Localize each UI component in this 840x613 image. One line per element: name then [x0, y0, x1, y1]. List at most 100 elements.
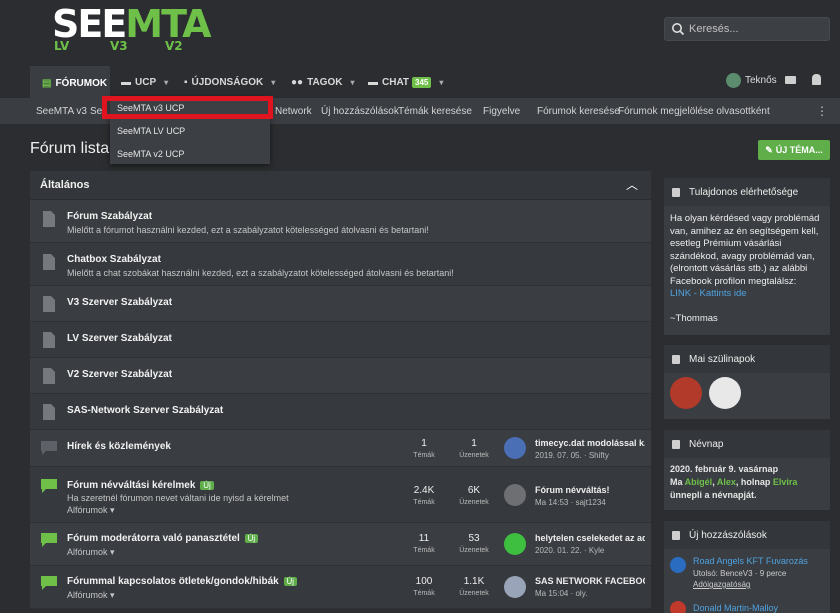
subnav-mark-read[interactable]: Fórumok megjelölése olvasottként — [618, 106, 770, 117]
avatar[interactable] — [504, 576, 526, 598]
forum-row[interactable]: V3 Szerver Szabályzat — [30, 286, 651, 322]
logo-wordmark: SEEMTA — [52, 2, 212, 46]
more-icon[interactable]: ⋮ — [816, 104, 828, 118]
category-header[interactable]: Általános ︿ — [30, 171, 651, 199]
forum-row[interactable]: Fórummal kapcsolatos ötletek/gondok/hibá… — [30, 566, 651, 609]
nameday-widget: Névnap 2020. február 9. vasárnap Ma Abig… — [664, 430, 830, 510]
chat-count-badge: 345 — [412, 76, 432, 88]
forum-row[interactable]: Chatbox Szabályzat Mielőtt a chat szobák… — [30, 243, 651, 286]
chevron-down-icon: ▾ — [110, 505, 115, 515]
message-count: 1 Üzenetek — [459, 438, 489, 459]
chevron-down-icon: ▾ — [164, 77, 169, 87]
subnav-search-forums[interactable]: Fórumok keresése — [537, 106, 620, 117]
chevron-down-icon: ▾ — [350, 77, 355, 87]
search-box[interactable] — [664, 17, 830, 41]
document-icon — [672, 439, 680, 449]
forum-row[interactable]: Hírek és közlemények 1 Témák 1 Üzenetek ti… — [30, 430, 651, 467]
subforums-toggle[interactable]: Alfórumok ▾ — [67, 547, 115, 558]
tab-chat[interactable]: ▬ CHAT 345 ▾ — [368, 66, 443, 98]
search-input[interactable] — [689, 21, 825, 37]
thread-count: 2.4K Témák — [413, 485, 435, 506]
post-link[interactable]: Donald Martin-Malloy — [693, 603, 778, 613]
message-count: 1.1K Üzenetek — [459, 576, 489, 597]
forum-link[interactable]: Adóigazgatóság — [693, 580, 750, 589]
subnav-new-posts[interactable]: Új hozzászólások — [321, 106, 399, 117]
chevron-down-icon: ▾ — [110, 547, 115, 557]
tab-news[interactable]: ▪ ÚJDONSÁGOK ▾ — [184, 66, 275, 98]
forum-row[interactable]: Fórum Szabályzat Mielőtt a fórumot haszn… — [30, 200, 651, 243]
chevron-up-icon[interactable]: ︿ — [626, 176, 638, 193]
folder-icon: ▬ — [368, 76, 378, 88]
tab-members[interactable]: ●● TAGOK ▾ — [291, 66, 354, 98]
document-icon — [672, 187, 680, 197]
tab-forums[interactable]: ▤ FÓRUMOK — [30, 66, 110, 98]
chat-bubble-icon: ▤ — [42, 77, 52, 89]
thread-count: 100 Témák — [413, 576, 435, 597]
highlight-box — [102, 96, 273, 119]
subnav-seemta-v3[interactable]: SeeMTA v3 — [36, 106, 87, 117]
avatar — [726, 73, 741, 88]
thread-count: 1 Témák — [413, 438, 435, 459]
new-badge: Új — [283, 577, 298, 586]
document-icon — [43, 404, 55, 420]
chevron-down-icon: ▾ — [110, 590, 115, 600]
page-title: Fórum lista — [30, 140, 110, 157]
logo-v3: V3 — [110, 39, 128, 53]
tab-ucp[interactable]: ▬ UCP ▾ — [121, 66, 168, 98]
thread-count: 11 Témák — [413, 533, 435, 554]
avatar[interactable] — [670, 377, 702, 409]
avatar[interactable] — [709, 377, 741, 409]
post-link[interactable]: Road Angels KFT Fuvarozás — [693, 556, 808, 566]
document-icon — [43, 368, 55, 384]
chat-bubble-icon — [41, 441, 57, 455]
owner-contact-widget: Tulajdonos elérhetősége Ha olyan kérdése… — [664, 178, 830, 335]
chevron-down-icon: ▾ — [271, 77, 276, 87]
new-badge: Új — [200, 481, 214, 490]
birthdays-widget: Mai szülinapok — [664, 345, 830, 419]
site-header: SEEMTA LV V3 V2 — [0, 0, 840, 66]
avatar[interactable] — [504, 437, 526, 459]
avatar[interactable] — [504, 484, 526, 506]
mail-icon[interactable] — [785, 76, 796, 84]
chat-bubble-icon — [41, 479, 57, 493]
document-icon — [43, 254, 55, 270]
site-logo[interactable]: SEEMTA LV V3 V2 — [52, 4, 212, 56]
chat-bubble-icon — [41, 576, 57, 590]
users-icon: ●● — [291, 76, 304, 88]
folder-icon: ▬ — [121, 76, 131, 88]
document-icon — [43, 332, 55, 348]
news-icon: ▪ — [184, 76, 188, 88]
document-icon — [43, 296, 55, 312]
search-icon — [672, 23, 685, 36]
subnav-search-threads[interactable]: Témák keresése — [398, 106, 472, 117]
facebook-link[interactable]: LINK - Kattints ide — [670, 288, 747, 299]
subnav-watched[interactable]: Figyelve — [483, 106, 520, 117]
chevron-down-icon: ▾ — [439, 77, 444, 87]
subnav-network[interactable]: Network — [275, 106, 312, 117]
chat-bubble-icon — [41, 533, 57, 547]
avatar[interactable] — [670, 601, 686, 613]
menu-item-seemta-lv-ucp[interactable]: SeeMTA LV UCP — [117, 126, 185, 136]
forum-row[interactable]: Fórum névváltási kérelmek Új Ha szeretné… — [30, 467, 651, 523]
new-topic-button[interactable]: ✎ ÚJ TÉMA... — [758, 140, 830, 160]
user-menu[interactable]: Teknős — [726, 73, 777, 88]
message-count: 53 Üzenetek — [459, 533, 489, 554]
avatar[interactable] — [504, 533, 526, 555]
new-posts-widget: Új hozzászólások Road Angels KFT Fuvaroz… — [664, 521, 830, 613]
cake-icon — [672, 354, 680, 364]
avatar[interactable] — [670, 557, 686, 573]
forum-row[interactable]: LV Szerver Szabályzat — [30, 322, 651, 358]
subnav-partial[interactable]: Se — [90, 106, 102, 117]
document-icon — [43, 211, 55, 227]
message-count: 6K Üzenetek — [459, 485, 489, 506]
forum-row[interactable]: V2 Szerver Szabályzat — [30, 358, 651, 394]
subforums-toggle[interactable]: Alfórumok ▾ — [67, 505, 115, 516]
chat-bubble-icon — [672, 530, 680, 540]
forum-row[interactable]: Fórum moderátorra való panasztétel Új Al… — [30, 523, 651, 566]
forum-row[interactable]: SAS-Network Szerver Szabályzat — [30, 394, 651, 430]
menu-item-seemta-v2-ucp[interactable]: SeeMTA v2 UCP — [117, 149, 184, 159]
subforums-toggle[interactable]: Alfórumok ▾ — [67, 590, 115, 601]
main-nav: ▤ FÓRUMOK ▬ UCP ▾ ▪ ÚJDONSÁGOK ▾ ●● TAGOK ▾ ▬ CH… — [0, 66, 840, 98]
bell-icon[interactable] — [812, 74, 821, 85]
logo-v2: V2 — [165, 39, 183, 53]
